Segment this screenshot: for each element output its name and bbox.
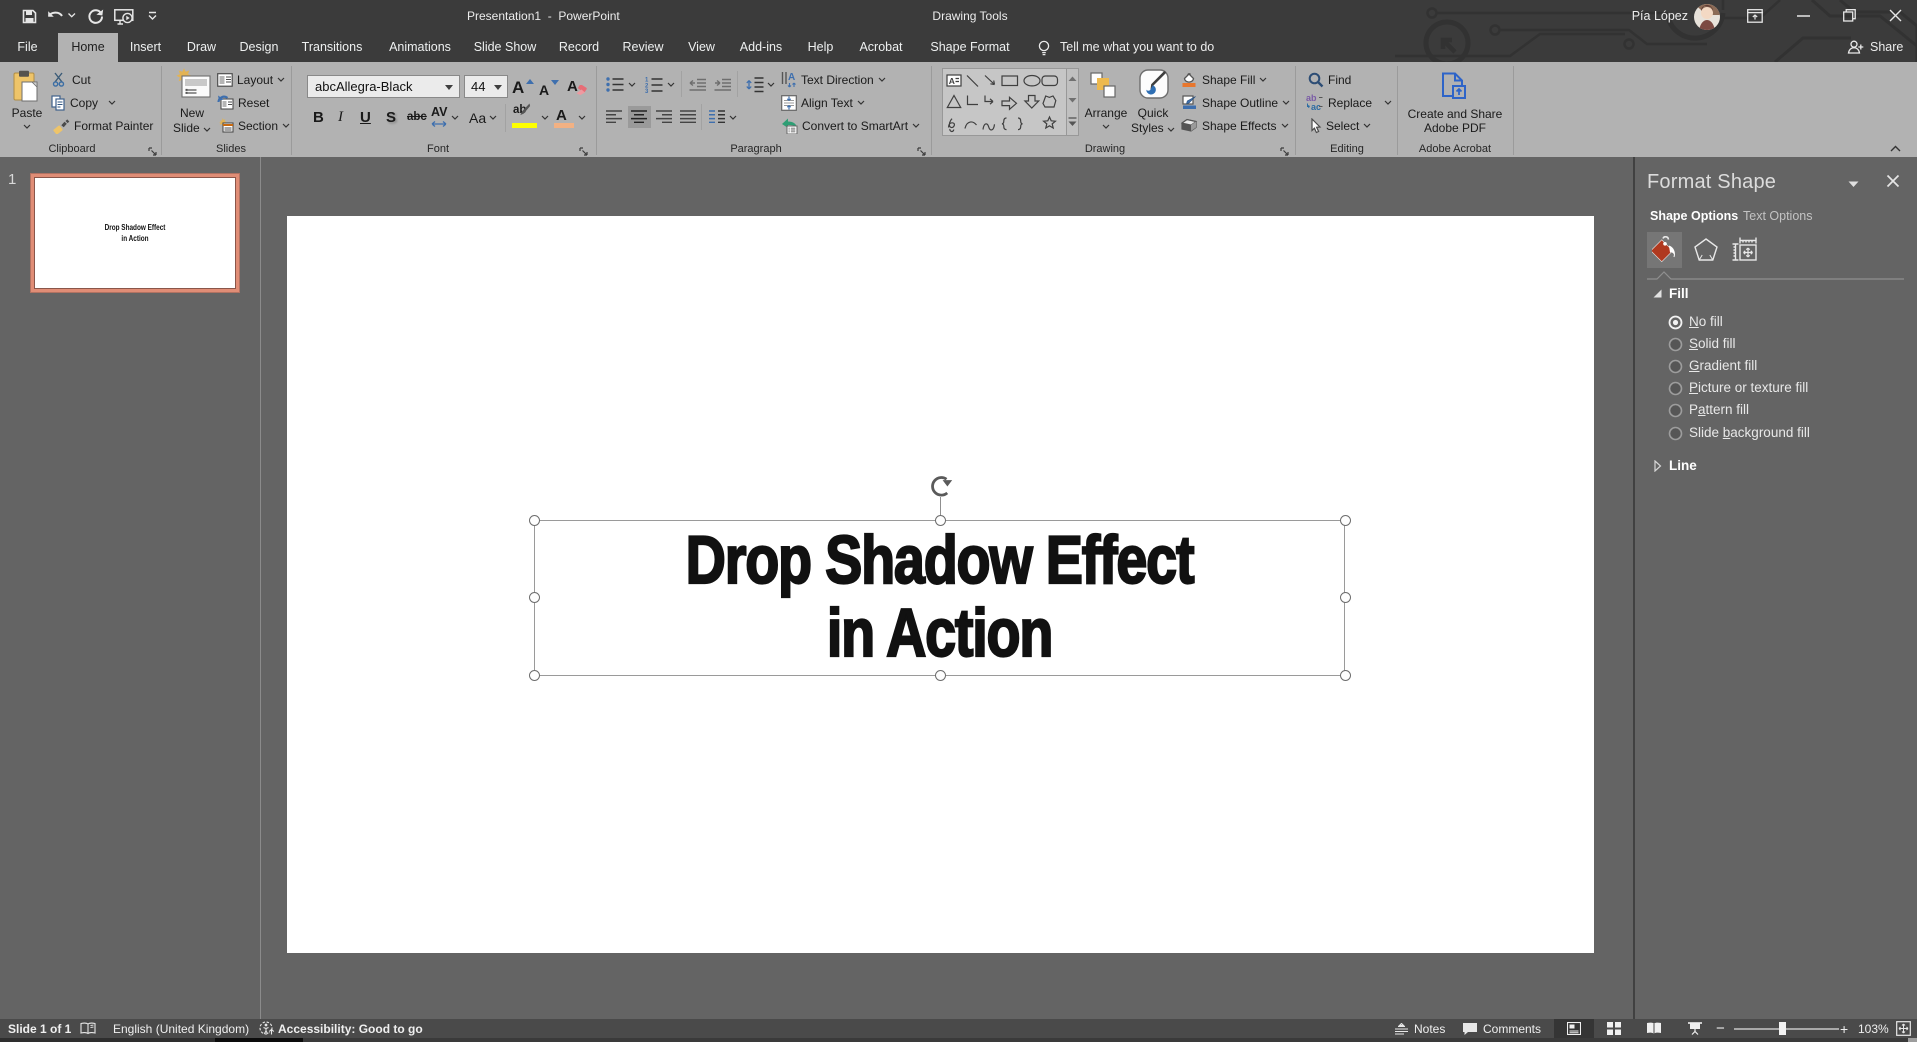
svg-text:3: 3	[645, 89, 649, 93]
svg-text:A: A	[949, 76, 955, 86]
svg-text:A: A	[788, 72, 795, 83]
